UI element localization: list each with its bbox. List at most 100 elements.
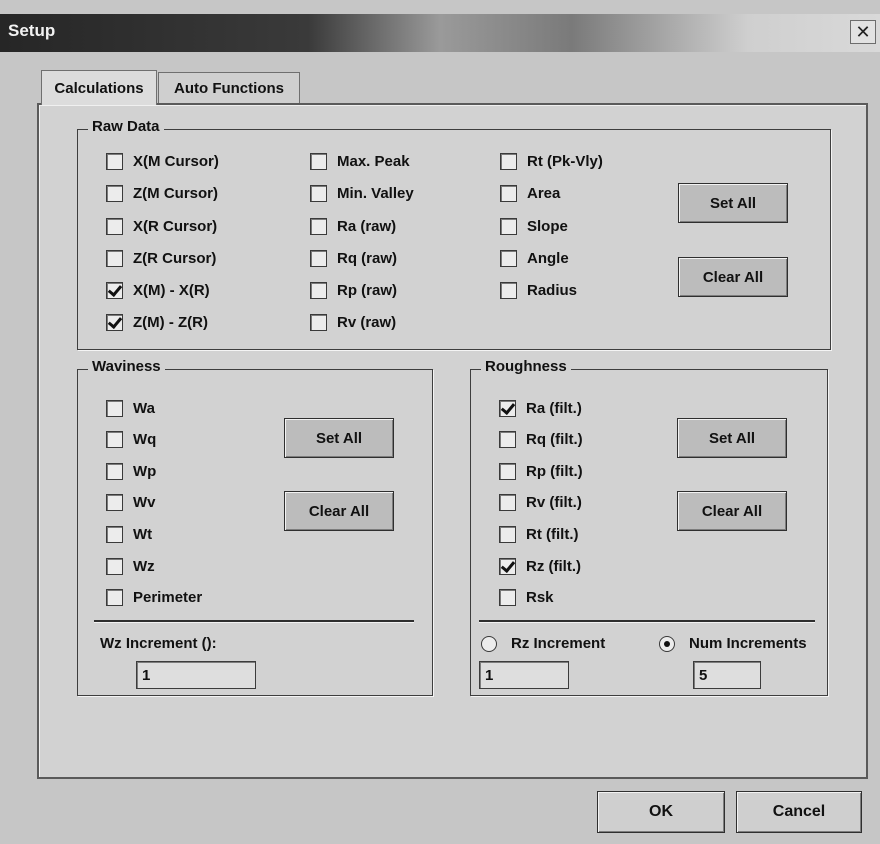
tab-calculations[interactable]: Calculations [41,70,157,105]
checkbox-slope[interactable]: Slope [500,215,568,237]
checkbox-ra-raw[interactable]: Ra (raw) [310,215,396,237]
raw-data-set-all-button[interactable]: Set All [678,183,788,223]
checkbox-box[interactable] [499,430,516,448]
checkbox-box[interactable] [500,217,517,235]
checkbox-box[interactable] [106,557,123,575]
num-increments-input[interactable]: 5 [693,661,761,689]
checkbox-box[interactable] [310,184,327,202]
checkbox-box[interactable] [499,525,516,543]
checkbox-wt[interactable]: Wt [106,523,152,545]
checkbox-box[interactable] [500,281,517,299]
roughness-legend: Roughness [481,358,571,375]
checkbox-box[interactable] [499,493,516,511]
checkbox-box[interactable] [106,217,123,235]
checkbox-z-r-cursor[interactable]: Z(R Cursor) [106,247,216,269]
checkbox-xm-minus-xr[interactable]: X(M) - X(R) [106,279,210,301]
checkbox-rv-filt[interactable]: Rv (filt.) [499,491,582,513]
ok-button[interactable]: OK [597,791,725,833]
checkbox-box[interactable] [106,493,123,511]
checkbox-box[interactable] [106,430,123,448]
checkbox-box[interactable] [310,281,327,299]
cancel-button[interactable]: Cancel [736,791,862,833]
checkbox-min-valley[interactable]: Min. Valley [310,182,414,204]
checkbox-ra-filt[interactable]: Ra (filt.) [499,397,582,419]
roughness-group: Roughness Ra (filt.) Rq (filt.) Rp (filt… [470,358,828,696]
roughness-clear-all-button[interactable]: Clear All [677,491,787,531]
tab-calculations-label: Calculations [54,79,144,97]
calculations-panel: Raw Data X(M Cursor) Z(M Cursor) X(R Cur… [37,103,868,779]
radio-num-increments[interactable]: Num Increments [659,635,807,652]
wz-increment-label: Wz Increment (): [100,635,217,652]
waviness-clear-all-button[interactable]: Clear All [284,491,394,531]
checkbox-label: X(M) - X(R) [133,281,210,299]
checkbox-box[interactable] [106,525,123,543]
checkbox-rq-filt[interactable]: Rq (filt.) [499,428,583,450]
checkbox-box[interactable] [310,152,327,170]
checkbox-perimeter[interactable]: Perimeter [106,586,202,608]
checkbox-label: Angle [527,249,569,267]
roughness-set-all-button[interactable]: Set All [677,418,787,458]
checkbox-rt-pk-vly[interactable]: Rt (Pk-Vly) [500,150,603,172]
checkbox-radius[interactable]: Radius [500,279,577,301]
checkbox-max-peak[interactable]: Max. Peak [310,150,410,172]
checkbox-wz[interactable]: Wz [106,555,155,577]
rz-increment-input[interactable]: 1 [479,661,569,689]
checkbox-angle[interactable]: Angle [500,247,569,269]
checkbox-rz-filt[interactable]: Rz (filt.) [499,555,581,577]
checkbox-wa[interactable]: Wa [106,397,155,419]
waviness-set-all-button[interactable]: Set All [284,418,394,458]
checkbox-box[interactable] [310,217,327,235]
checkbox-box[interactable] [499,588,516,606]
checkbox-box[interactable] [500,184,517,202]
checkbox-box[interactable] [499,399,516,417]
checkbox-box[interactable] [106,313,123,331]
checkbox-rsk[interactable]: Rsk [499,586,554,608]
checkbox-box[interactable] [106,462,123,480]
checkbox-box[interactable] [310,249,327,267]
title-bar[interactable]: Setup ✕ [0,14,880,52]
checkbox-label: Ra (filt.) [526,399,582,417]
checkbox-label: Wv [133,493,156,511]
checkbox-box[interactable] [106,281,123,299]
radio-num-increments-button[interactable] [659,635,675,652]
checkbox-x-r-cursor[interactable]: X(R Cursor) [106,215,217,237]
radio-rz-increment-button[interactable] [481,635,497,652]
checkbox-rq-raw[interactable]: Rq (raw) [310,247,397,269]
checkbox-box[interactable] [499,557,516,575]
raw-data-clear-all-button[interactable]: Clear All [678,257,788,297]
checkbox-label: Rp (filt.) [526,462,583,480]
checkbox-box[interactable] [310,313,327,331]
wz-increment-input[interactable]: 1 [136,661,256,689]
checkbox-box[interactable] [106,399,123,417]
checkbox-label: Rq (filt.) [526,430,583,448]
checkbox-box[interactable] [106,152,123,170]
checkbox-box[interactable] [500,249,517,267]
checkbox-rt-filt[interactable]: Rt (filt.) [499,523,578,545]
checkbox-box[interactable] [106,249,123,267]
tab-auto-functions[interactable]: Auto Functions [158,72,300,103]
checkbox-x-m-cursor[interactable]: X(M Cursor) [106,150,219,172]
checkbox-wq[interactable]: Wq [106,428,156,450]
checkbox-label: Rt (filt.) [526,525,579,543]
checkbox-wv[interactable]: Wv [106,491,156,513]
checkbox-box[interactable] [499,462,516,480]
checkbox-label: Rq (raw) [337,249,397,267]
checkbox-wp[interactable]: Wp [106,460,156,482]
checkbox-zm-minus-zr[interactable]: Z(M) - Z(R) [106,311,208,333]
checkbox-rp-raw[interactable]: Rp (raw) [310,279,397,301]
checkbox-box[interactable] [500,152,517,170]
radio-rz-increment[interactable]: Rz Increment [481,635,605,652]
checkbox-area[interactable]: Area [500,182,560,204]
checkbox-z-m-cursor[interactable]: Z(M Cursor) [106,182,218,204]
checkbox-rp-filt[interactable]: Rp (filt.) [499,460,583,482]
roughness-divider [479,620,815,623]
checkbox-label: Slope [527,217,568,235]
close-button[interactable]: ✕ [850,20,876,44]
checkbox-rv-raw[interactable]: Rv (raw) [310,311,396,333]
checkbox-box[interactable] [106,588,123,606]
checkbox-box[interactable] [106,184,123,202]
checkbox-label: Z(M Cursor) [133,184,218,202]
checkbox-label: Wa [133,399,155,417]
raw-data-group: Raw Data X(M Cursor) Z(M Cursor) X(R Cur… [77,118,831,350]
tab-auto-functions-label: Auto Functions [174,79,284,97]
